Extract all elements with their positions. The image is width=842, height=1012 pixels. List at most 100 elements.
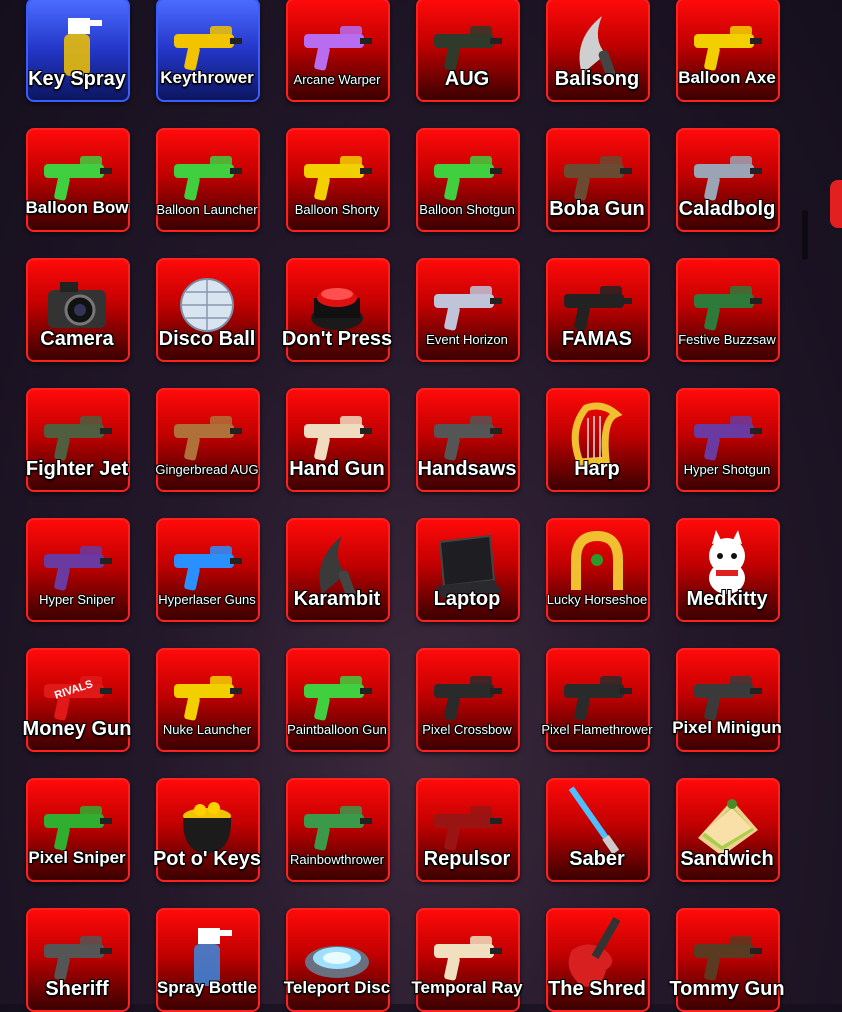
weapon-name-label: The Shred <box>548 978 646 1000</box>
weapon-name-label: Hyperlaser Guns <box>158 592 256 607</box>
weapon-card-boba-gun[interactable]: Boba Gun <box>546 128 650 232</box>
weapon-name-label: Pixel Minigun <box>672 718 782 737</box>
weapon-card-balloon-shotgun[interactable]: Balloon Shotgun <box>416 128 520 232</box>
weapon-name-label: Caladbolg <box>678 198 776 220</box>
weapon-name-label: Tommy Gun <box>669 978 785 1000</box>
weapon-card-pot-o-keys[interactable]: Pot o' Keys <box>153 778 261 882</box>
weapon-card-balisong[interactable]: Balisong <box>546 0 650 102</box>
weapon-name-label: Balloon Bow <box>25 198 129 217</box>
weapon-card-teleport-disc[interactable]: Teleport Disc <box>284 908 390 1012</box>
weapon-card-keythrower[interactable]: Keythrower <box>156 0 260 102</box>
weapon-name-label: Karambit <box>293 588 381 610</box>
weapon-card-balloon-axe[interactable]: Balloon Axe <box>676 0 780 102</box>
weapon-card-gingerbread-aug[interactable]: Gingerbread AUG <box>155 388 260 492</box>
balloon-shotgun-icon <box>432 140 502 210</box>
weapon-name-label: Money Gun <box>22 718 132 740</box>
weapon-grid: Key Spray Keythrower Arcane Warper AUG Balis… <box>0 0 842 1012</box>
weapon-name-label: Balloon Launcher <box>156 202 258 217</box>
paintballoon-gun-icon <box>302 660 372 730</box>
weapon-card-disco-ball[interactable]: Disco Ball <box>156 258 260 362</box>
weapon-name-label: Spray Bottle <box>156 978 258 997</box>
weapon-card-money-gun[interactable]: RIVALS Money Gun <box>23 648 131 752</box>
weapon-name-label: FAMAS <box>562 328 632 350</box>
weapon-card-spray-bottle[interactable]: Spray Bottle <box>156 908 260 1012</box>
weapon-card-saber[interactable]: Saber <box>546 778 650 882</box>
weapon-name-label: Disco Ball <box>158 328 256 350</box>
weapon-name-label: Hyper Shotgun <box>683 462 771 477</box>
weapon-name-label: Medkitty <box>686 588 768 610</box>
weapon-card-pixel-flamethrower[interactable]: Pixel Flamethrower <box>541 648 653 752</box>
weapon-card-harp[interactable]: Harp <box>546 388 650 492</box>
weapon-card-nuke-launcher[interactable]: Nuke Launcher <box>156 648 260 752</box>
weapon-card-pixel-crossbow[interactable]: Pixel Crossbow <box>416 648 520 752</box>
weapon-card-pixel-minigun[interactable]: Pixel Minigun <box>672 648 782 752</box>
weapon-card-karambit[interactable]: Karambit <box>286 518 390 622</box>
weapon-card-paintballoon-gun[interactable]: Paintballoon Gun <box>286 648 390 752</box>
weapon-name-label: Pot o' Keys <box>152 848 262 870</box>
weapon-card-festive-buzzsaw[interactable]: Festive Buzzsaw <box>676 258 780 362</box>
weapon-name-label: Don't Press <box>281 328 393 350</box>
weapon-card-balloon-bow[interactable]: Balloon Bow <box>26 128 130 232</box>
side-tab[interactable] <box>830 180 842 228</box>
festive-buzzsaw-icon <box>692 270 762 340</box>
weapon-card-balloon-shorty[interactable]: Balloon Shorty <box>286 128 390 232</box>
weapon-name-label: Teleport Disc <box>283 978 391 997</box>
weapon-card-medkitty[interactable]: Medkitty <box>676 518 780 622</box>
weapon-name-label: Temporal Ray <box>411 978 523 997</box>
gingerbread-aug-icon <box>172 400 242 470</box>
weapon-card-famas[interactable]: FAMAS <box>546 258 650 362</box>
balloon-shorty-icon <box>302 140 372 210</box>
pixel-crossbow-icon <box>432 660 502 730</box>
weapon-name-label: Pixel Sniper <box>28 848 126 867</box>
nuke-launcher-icon <box>172 660 242 730</box>
weapon-name-label: Hyper Sniper <box>39 592 115 607</box>
weapon-card-temporal-ray[interactable]: Temporal Ray <box>411 908 523 1012</box>
weapon-card-aug[interactable]: AUG <box>416 0 520 102</box>
weapon-name-label: Sandwich <box>680 848 774 870</box>
weapon-card-balloon-launcher[interactable]: Balloon Launcher <box>156 128 260 232</box>
weapon-card-rainbowthrower[interactable]: Rainbowthrower <box>286 778 390 882</box>
weapon-card-tommy-gun[interactable]: Tommy Gun <box>669 908 785 1012</box>
weapon-card-fighter-jet[interactable]: Fighter Jet <box>26 388 130 492</box>
weapon-name-label: Arcane Warper <box>293 72 381 87</box>
weapon-card-arcane-warper[interactable]: Arcane Warper <box>286 0 390 102</box>
hyper-shotgun-icon <box>692 400 762 470</box>
weapon-name-label: Rainbowthrower <box>290 852 384 867</box>
weapon-name-label: Sheriff <box>45 978 109 1000</box>
weapon-card-hyper-sniper[interactable]: Hyper Sniper <box>26 518 130 622</box>
weapon-name-label: Balisong <box>554 68 640 90</box>
scrollbar[interactable] <box>802 210 808 260</box>
weapon-card-key-spray[interactable]: Key Spray <box>26 0 130 102</box>
arcane-warper-icon <box>302 10 372 80</box>
weapon-card-camera[interactable]: Camera <box>26 258 130 362</box>
weapon-card-hyperlaser-guns[interactable]: Hyperlaser Guns <box>156 518 260 622</box>
hyper-sniper-icon <box>42 530 112 600</box>
weapon-name-label: Balloon Shotgun <box>419 202 515 217</box>
weapon-name-label: Festive Buzzsaw <box>678 332 776 347</box>
weapon-card-sheriff[interactable]: Sheriff <box>26 908 130 1012</box>
weapon-card-sandwich[interactable]: Sandwich <box>676 778 780 882</box>
hyperlaser-guns-icon <box>172 530 242 600</box>
weapon-card-laptop[interactable]: Laptop <box>416 518 520 622</box>
weapon-card-handsaws[interactable]: Handsaws <box>416 388 520 492</box>
weapon-name-label: Lucky Horseshoe <box>546 592 648 607</box>
weapon-card-event-horizon[interactable]: Event Horizon <box>416 258 520 362</box>
weapon-name-label: Balloon Shorty <box>294 202 380 217</box>
rainbowthrower-icon <box>302 790 372 860</box>
pixel-flamethrower-icon <box>562 660 632 730</box>
weapon-card-pixel-sniper[interactable]: Pixel Sniper <box>26 778 130 882</box>
weapon-name-label: Nuke Launcher <box>162 722 252 737</box>
weapon-name-label: Keythrower <box>160 68 254 87</box>
balloon-launcher-icon <box>172 140 242 210</box>
weapon-card-hand-gun[interactable]: Hand Gun <box>286 388 390 492</box>
weapon-card-lucky-horseshoe[interactable]: Lucky Horseshoe <box>546 518 650 622</box>
weapon-name-label: Gingerbread AUG <box>155 462 259 477</box>
weapon-card-hyper-shotgun[interactable]: Hyper Shotgun <box>676 388 780 492</box>
weapon-name-label: Event Horizon <box>426 332 508 347</box>
weapon-name-label: Handsaws <box>417 458 517 480</box>
weapon-card-the-shred[interactable]: The Shred <box>546 908 650 1012</box>
weapon-card-repulsor[interactable]: Repulsor <box>416 778 520 882</box>
weapon-card-don-t-press[interactable]: Don't Press <box>282 258 392 362</box>
weapon-name-label: Pixel Crossbow <box>422 722 512 737</box>
weapon-card-caladbolg[interactable]: Caladbolg <box>676 128 780 232</box>
